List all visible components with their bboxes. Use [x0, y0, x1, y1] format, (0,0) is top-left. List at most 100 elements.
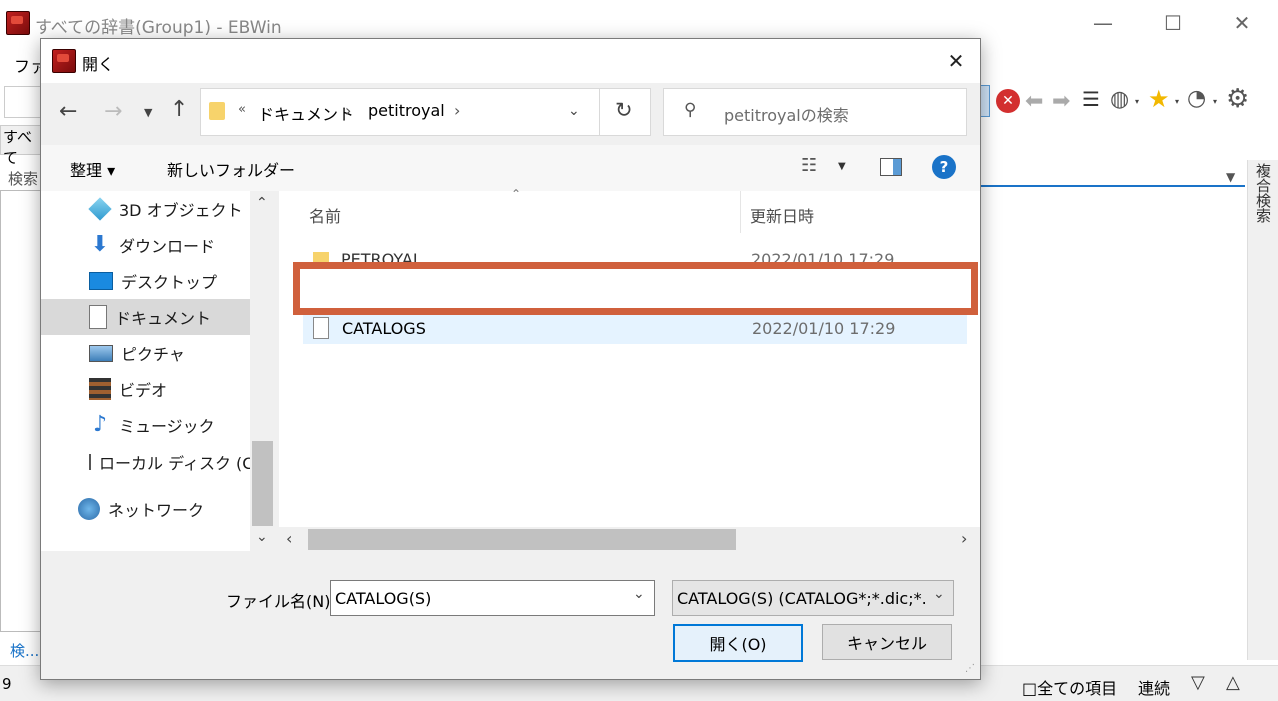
- help-icon[interactable]: ?: [932, 155, 956, 179]
- main-window-title: すべての辞書(Group1) - EBWin: [35, 18, 282, 38]
- network-icon: [78, 498, 100, 520]
- filename-history-chevron-icon[interactable]: ⌄: [633, 586, 645, 602]
- dialog-app-icon: [52, 49, 76, 73]
- nav-item-label: ピクチャ: [121, 345, 185, 364]
- minimize-button[interactable]: —: [1080, 0, 1126, 46]
- nav-item-documents[interactable]: ドキュメント: [41, 299, 250, 335]
- 3d-objects-icon: [88, 197, 112, 221]
- open-button[interactable]: 開く(O): [673, 624, 803, 662]
- compound-search-tab[interactable]: 複合検索: [1253, 163, 1274, 223]
- resize-grip-icon[interactable]: ⋰: [965, 663, 975, 674]
- scroll-thumb[interactable]: [308, 529, 736, 550]
- breadcrumb-petitroyal[interactable]: petitroyal: [368, 101, 445, 120]
- bottom-search-link-partial[interactable]: 検...: [10, 640, 39, 661]
- nav-item-label: ネットワーク: [108, 501, 205, 520]
- nav-item-3d-objects[interactable]: 3D オブジェクト: [41, 191, 250, 227]
- refresh-icon[interactable]: ↻: [615, 98, 633, 122]
- gear-icon[interactable]: ⚙: [1226, 84, 1249, 114]
- main-close-button[interactable]: ✕: [1219, 0, 1265, 46]
- filetype-select[interactable]: CATALOG(S) (CATALOG*;*.dic;*.i ⌄: [672, 580, 954, 616]
- pictures-icon: [89, 344, 113, 362]
- scroll-right-icon[interactable]: ›: [961, 529, 967, 548]
- group-select-partial[interactable]: すべて: [0, 125, 44, 167]
- tab-underline: [980, 185, 1245, 187]
- breadcrumb-overflow[interactable]: «: [238, 102, 246, 117]
- file-icon: [313, 317, 329, 339]
- previous-up-button[interactable]: △: [1226, 672, 1240, 693]
- search-icon: ⚲: [684, 100, 697, 120]
- globe-icon[interactable]: ◍: [1110, 87, 1129, 112]
- file-name: CATALOGS: [342, 318, 426, 338]
- organize-menu-button[interactable]: 整理 ▾: [70, 157, 115, 181]
- scroll-thumb[interactable]: [252, 441, 273, 526]
- nav-item-local-disk[interactable]: ローカル ディスク (C: [41, 444, 253, 480]
- continuous-toggle[interactable]: 連続: [1138, 675, 1170, 699]
- dialog-close-button[interactable]: ✕: [936, 47, 976, 75]
- nav-item-videos[interactable]: ビデオ: [41, 371, 250, 407]
- breadcrumb-separator: ›: [345, 101, 352, 120]
- folder-icon: [209, 102, 225, 120]
- file-row-catalogs[interactable]: CATALOGS 2022/01/10 17:29: [303, 312, 967, 344]
- new-folder-button[interactable]: 新しいフォルダー: [167, 157, 295, 181]
- history-menu-arrow-icon[interactable]: ▾: [1213, 97, 1217, 106]
- local-disk-icon: [89, 454, 91, 470]
- breadcrumb-documents[interactable]: ドキュメント: [258, 101, 354, 125]
- nav-item-downloads[interactable]: ⬇ ダウンロード: [41, 227, 250, 263]
- nav-item-label: ドキュメント: [115, 309, 212, 328]
- scroll-down-icon[interactable]: ⌄: [256, 529, 268, 545]
- stop-icon[interactable]: ✕: [996, 89, 1020, 113]
- view-menu-arrow-icon[interactable]: ▼: [838, 161, 846, 172]
- star-icon[interactable]: ★: [1148, 85, 1170, 113]
- nav-item-music[interactable]: ♪ ミュージック: [41, 407, 250, 443]
- cancel-button[interactable]: キャンセル: [822, 624, 952, 660]
- recent-locations-chevron-icon[interactable]: ▼: [144, 106, 152, 119]
- file-list-horizontal-scrollbar[interactable]: ‹ ›: [279, 527, 980, 552]
- back-arrow-icon[interactable]: ←: [59, 99, 77, 124]
- address-bar[interactable]: « ドキュメント › petitroyal › ⌄ ↻: [200, 88, 651, 136]
- navigation-scrollbar[interactable]: ⌃ ⌄: [250, 191, 275, 551]
- nav-item-network[interactable]: ネットワーク: [41, 491, 250, 527]
- nav-item-label: ミュージック: [119, 417, 215, 436]
- command-bar: 整理 ▾ 新しいフォルダー ☷ ▼ ?: [41, 145, 980, 191]
- globe-menu-arrow-icon[interactable]: ▾: [1135, 97, 1139, 106]
- result-list-partial[interactable]: [0, 190, 42, 632]
- scroll-up-icon[interactable]: ⌃: [256, 195, 268, 211]
- scroll-left-icon[interactable]: ‹: [286, 529, 292, 548]
- star-menu-arrow-icon[interactable]: ▾: [1175, 97, 1179, 106]
- view-options-icon[interactable]: ☷: [801, 155, 817, 176]
- search-button-edge[interactable]: [980, 85, 990, 117]
- back-arrow-icon[interactable]: ⬅: [1025, 89, 1043, 114]
- music-icon: ♪: [92, 412, 108, 437]
- maximize-button[interactable]: ☐: [1150, 0, 1196, 46]
- all-items-checkbox[interactable]: □全ての項目: [1022, 675, 1117, 699]
- folder-search-input[interactable]: ⚲ petitroyalの検索: [663, 88, 967, 136]
- status-count: 9: [2, 675, 12, 693]
- navigation-pane: 3D オブジェクト ⬇ ダウンロード デスクトップ ドキュメント ピクチャ ビデ…: [41, 191, 253, 551]
- desktop-icon: [89, 272, 113, 290]
- file-list-pane: ⌃ 名前 更新日時 PETROYAL 2022/01/10 17:29 CATA…: [279, 187, 980, 551]
- nav-item-pictures[interactable]: ピクチャ: [41, 335, 250, 371]
- main-search-field-partial[interactable]: [4, 86, 42, 118]
- breadcrumb-separator[interactable]: ›: [454, 101, 460, 120]
- search-placeholder: petitroyalの検索: [724, 106, 849, 125]
- forward-arrow-icon[interactable]: ➡: [1052, 89, 1070, 114]
- history-clock-icon[interactable]: ◔: [1187, 86, 1206, 111]
- name-column-header[interactable]: 名前: [309, 203, 341, 227]
- list-icon[interactable]: ☰: [1082, 87, 1100, 111]
- modified-column-header[interactable]: 更新日時: [750, 203, 814, 227]
- annotation-highlight-box: [293, 262, 978, 315]
- address-divider: [599, 89, 600, 135]
- preview-pane-icon[interactable]: [880, 158, 902, 176]
- filename-input[interactable]: CATALOG(S) ⌄: [330, 580, 655, 616]
- filename-label: ファイル名(N):: [226, 592, 336, 611]
- download-icon: ⬇: [90, 232, 110, 257]
- filetype-chevron-icon[interactable]: ⌄: [933, 586, 945, 602]
- forward-arrow-icon[interactable]: →: [104, 99, 122, 124]
- filename-value: CATALOG(S): [335, 588, 432, 608]
- address-history-chevron-icon[interactable]: ⌄: [568, 103, 580, 119]
- up-arrow-icon[interactable]: ↑: [170, 97, 188, 122]
- nav-item-desktop[interactable]: デスクトップ: [41, 263, 250, 299]
- dropdown-arrow-icon[interactable]: ▼: [1226, 170, 1235, 184]
- next-down-button[interactable]: ▽: [1191, 672, 1205, 693]
- column-divider[interactable]: [740, 191, 741, 233]
